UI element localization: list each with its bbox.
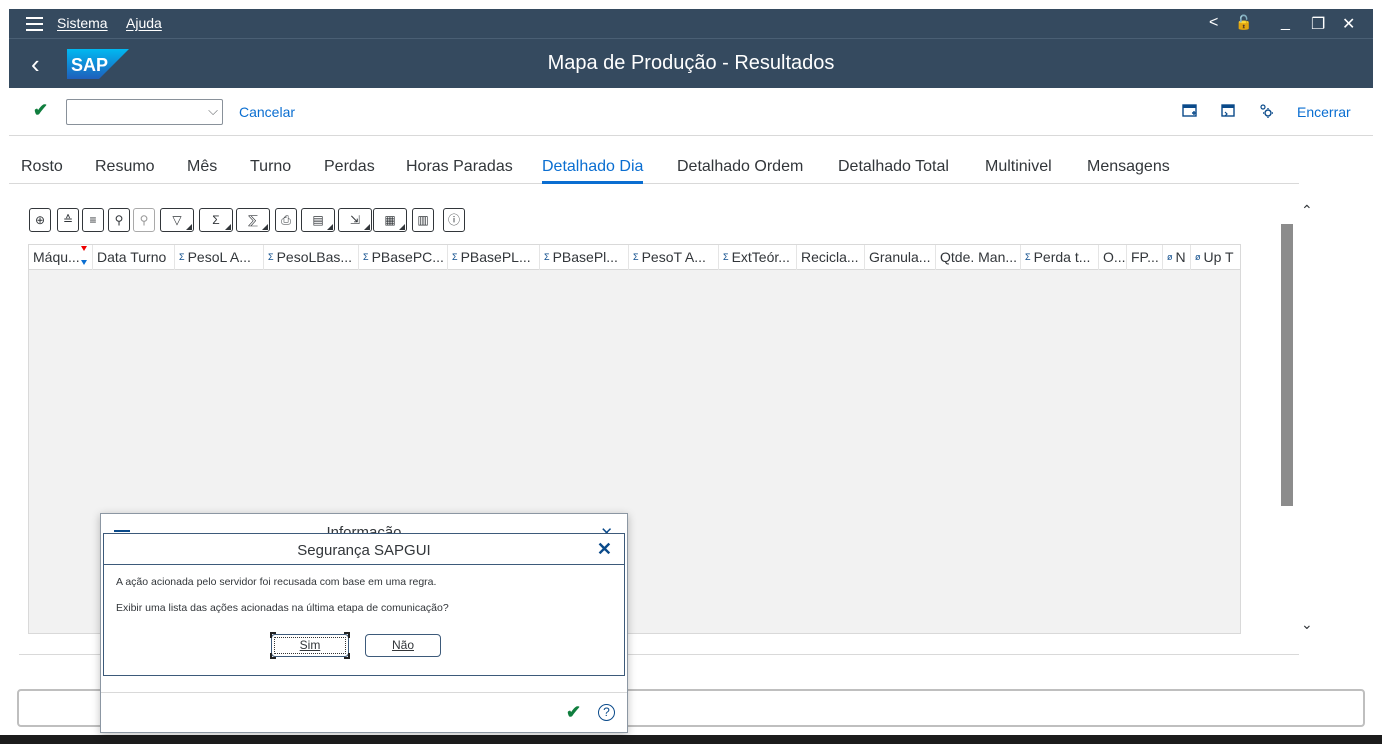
focus-corner — [344, 653, 350, 659]
no-button[interactable]: Não — [365, 634, 441, 657]
tab-perdas[interactable]: Perdas — [324, 158, 375, 176]
column-header[interactable]: O... — [1099, 245, 1127, 270]
filter-icon[interactable]: ▽ — [160, 208, 194, 232]
column-header[interactable]: Σ PesoLBas... — [264, 245, 359, 270]
views-icon[interactable]: ▤ — [301, 208, 335, 232]
security-dialog: Segurança SAPGUI ✕ A ação acionada pelo … — [103, 533, 625, 676]
help-icon[interactable]: ? — [598, 704, 615, 721]
tab-strip: Rosto Resumo Mês Turno Perdas Horas Para… — [9, 136, 1299, 184]
column-header[interactable]: Σ PBasePl... — [540, 245, 629, 270]
shell-header: Sistema Ajuda < 🔓 _ ❐ ✕ ‹ SAP Mapa de Pr… — [9, 9, 1373, 88]
export-icon[interactable]: ⇲ — [338, 208, 372, 232]
settings-gear-icon[interactable] — [1257, 103, 1275, 121]
lock-icon[interactable]: 🔓 — [1235, 14, 1252, 31]
column-header[interactable]: Σ PBasePC... — [359, 245, 448, 270]
scroll-up-icon[interactable]: ⌃ — [1301, 202, 1313, 219]
security-message: A ação acionada pelo servidor foi recusa… — [116, 576, 437, 588]
tab-mes[interactable]: Mês — [187, 158, 217, 176]
focus-corner — [270, 653, 276, 659]
dialog-divider — [101, 692, 627, 693]
print-icon[interactable]: ⎙ — [275, 208, 297, 232]
column-header[interactable]: ø Up T — [1191, 245, 1240, 270]
security-question: Exibir uma lista das ações acionadas na … — [116, 602, 449, 614]
layout-icon[interactable]: ▦ — [373, 208, 407, 232]
tab-resumo[interactable]: Resumo — [95, 158, 155, 176]
focus-corner — [270, 632, 276, 638]
close-icon[interactable]: ✕ — [597, 539, 612, 560]
scrollbar-thumb[interactable] — [1281, 224, 1293, 506]
menu-sistema[interactable]: Sistema — [57, 15, 108, 31]
app-toolbar: ✔ ⌵ Cancelar Encerrar — [9, 88, 1373, 136]
minimize-icon[interactable]: _ — [1281, 14, 1290, 32]
chevron-down-icon[interactable]: ⌵ — [208, 103, 218, 119]
menu-bar: Sistema Ajuda < 🔓 _ ❐ ✕ — [9, 9, 1373, 39]
column-header[interactable]: Data Turno — [93, 245, 175, 270]
dialog-divider — [104, 564, 624, 565]
focus-corner — [344, 632, 350, 638]
sort-descending-icon[interactable]: ≡ — [82, 208, 104, 232]
cancel-button[interactable]: Cancelar — [239, 104, 295, 120]
graphic-icon[interactable]: ▥ — [412, 208, 434, 232]
subtotal-icon[interactable]: ⅀ — [236, 208, 270, 232]
column-header[interactable]: Granula... — [865, 245, 936, 270]
dialog-title: Segurança SAPGUI — [297, 542, 431, 559]
restore-icon[interactable]: ❐ — [1311, 14, 1325, 34]
exit-button[interactable]: Encerrar — [1297, 104, 1351, 120]
column-header[interactable]: Σ ExtTeór... — [719, 245, 797, 270]
column-header[interactable]: Recicla... — [797, 245, 865, 270]
tab-turno[interactable]: Turno — [250, 158, 291, 176]
column-header[interactable]: Qtde. Man... — [936, 245, 1021, 270]
tab-mensagens[interactable]: Mensagens — [1087, 158, 1170, 176]
grid-header-row: Máqu... Data Turno Σ PesoL A... Σ PesoLBas… — [29, 245, 1240, 270]
os-taskbar — [0, 735, 1382, 744]
enter-check-icon[interactable]: ✔ — [33, 100, 48, 121]
column-header[interactable]: Σ PBasePL... — [448, 245, 540, 270]
find-next-icon[interactable]: ⚲ — [133, 208, 155, 232]
vertical-scrollbar[interactable] — [1281, 224, 1293, 639]
new-window-icon[interactable] — [1181, 103, 1199, 121]
confirm-check-icon[interactable]: ✔ — [566, 702, 581, 723]
column-header[interactable]: øN — [1163, 245, 1191, 270]
details-icon[interactable]: ⊕ — [29, 208, 51, 232]
tab-detalhado-ordem[interactable]: Detalhado Ordem — [677, 158, 803, 176]
close-window-icon[interactable]: ✕ — [1342, 14, 1355, 34]
yes-button[interactable]: Sim — [271, 634, 349, 657]
tab-detalhado-dia[interactable]: Detalhado Dia — [542, 158, 644, 184]
page-title: Mapa de Produção - Resultados — [547, 52, 835, 74]
column-header[interactable]: FP... — [1127, 245, 1163, 270]
find-icon[interactable]: ⚲ — [108, 208, 130, 232]
hamburger-menu-icon[interactable] — [26, 17, 43, 31]
tab-horas-paradas[interactable]: Horas Paradas — [406, 158, 513, 176]
tab-multinivel[interactable]: Multinivel — [985, 158, 1052, 176]
column-header[interactable]: Σ PesoL A... — [175, 245, 264, 270]
info-icon[interactable]: ⓘ — [443, 208, 465, 232]
command-field[interactable]: ⌵ — [66, 99, 223, 125]
create-session-icon[interactable] — [1219, 103, 1237, 121]
menu-ajuda[interactable]: Ajuda — [126, 15, 162, 31]
sort-indicator-icon — [81, 245, 89, 270]
tab-detalhado-total[interactable]: Detalhado Total — [838, 158, 949, 176]
column-header[interactable]: Σ Perda t... — [1021, 245, 1099, 270]
column-header[interactable]: Σ PesoT A... — [629, 245, 719, 270]
sum-icon[interactable]: Σ — [199, 208, 233, 232]
sort-ascending-icon[interactable]: ≙ — [57, 208, 79, 232]
collapse-chevron-icon[interactable]: < — [1209, 14, 1218, 32]
scroll-down-icon[interactable]: ⌄ — [1301, 616, 1313, 633]
tab-rosto[interactable]: Rosto — [21, 158, 63, 176]
